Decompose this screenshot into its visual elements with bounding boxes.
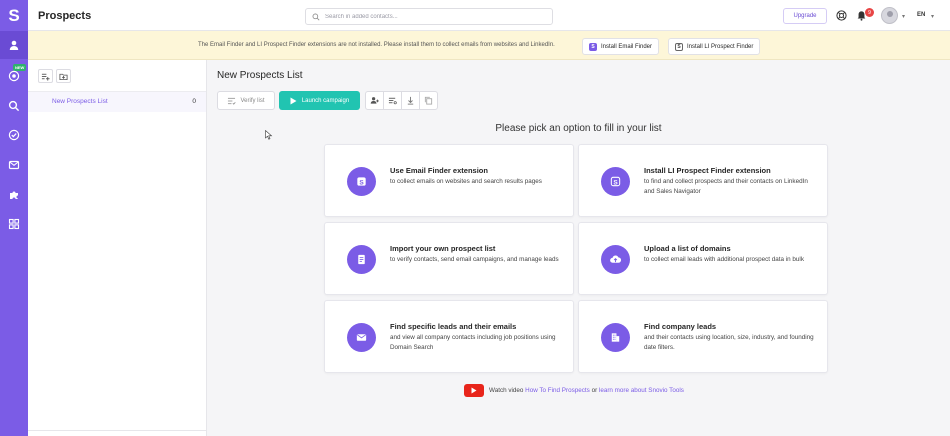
search-icon bbox=[312, 13, 320, 20]
list-settings-icon bbox=[388, 97, 397, 105]
card-description: to verify contacts, send email campaigns… bbox=[390, 256, 559, 263]
card-title: Use Email Finder extension bbox=[390, 166, 488, 175]
svg-text:S: S bbox=[359, 179, 364, 186]
upgrade-button[interactable]: Upgrade bbox=[783, 8, 827, 24]
launch-campaign-button[interactable]: Launch campaign bbox=[279, 91, 360, 110]
card-title: Import your own prospect list bbox=[390, 244, 496, 253]
copy-button[interactable] bbox=[419, 91, 438, 110]
upload-domains-card[interactable]: Upload a list of domains to collect emai… bbox=[578, 222, 828, 295]
card-title: Upload a list of domains bbox=[644, 244, 731, 253]
cloud-upload-icon bbox=[601, 245, 630, 274]
import-list-card[interactable]: Import your own prospect list to verify … bbox=[324, 222, 574, 295]
top-header: Prospects Upgrade 9 ▾ EN ▾ bbox=[28, 0, 950, 31]
card-title: Install LI Prospect Finder extension bbox=[644, 166, 771, 175]
folder-plus-icon bbox=[59, 73, 68, 80]
envelope-icon bbox=[347, 323, 376, 352]
snovio-logo[interactable]: S bbox=[0, 0, 28, 31]
how-to-find-prospects-link[interactable]: How To Find Prospects bbox=[525, 387, 590, 394]
snovio-outline-s-icon: S bbox=[601, 167, 630, 196]
manage-list-button[interactable] bbox=[383, 91, 402, 110]
snovio-s-icon: S bbox=[589, 42, 597, 51]
play-icon bbox=[290, 97, 297, 104]
prospects-nav-icon[interactable] bbox=[0, 31, 28, 59]
export-button[interactable] bbox=[401, 91, 420, 110]
youtube-play-icon[interactable] bbox=[464, 384, 484, 397]
card-description: and view all company contacts including … bbox=[390, 334, 556, 351]
snovio-s-icon: S bbox=[347, 167, 376, 196]
download-icon bbox=[407, 96, 414, 105]
prospect-lists-panel: New Prospects List 0 bbox=[28, 60, 207, 436]
copy-icon bbox=[424, 96, 433, 105]
campaigns-nav-icon[interactable] bbox=[0, 151, 28, 179]
company-leads-card[interactable]: Find company leads and their contacts us… bbox=[578, 300, 828, 373]
divider bbox=[28, 430, 206, 431]
email-finder-card[interactable]: S Use Email Finder extension to collect … bbox=[324, 144, 574, 217]
add-list-icon bbox=[41, 73, 50, 81]
search-box[interactable] bbox=[305, 8, 553, 25]
integrations-nav-icon[interactable] bbox=[0, 181, 28, 209]
card-description: to collect emails on websites and search… bbox=[390, 178, 542, 185]
list-item-count: 0 bbox=[192, 98, 196, 105]
list-toolbar: Verify list Launch campaign bbox=[217, 91, 438, 110]
snovio-tools-link[interactable]: learn more about Snovio Tools bbox=[599, 387, 684, 394]
language-chevron-down-icon[interactable]: ▾ bbox=[931, 13, 937, 20]
building-icon bbox=[601, 323, 630, 352]
domain-search-card[interactable]: Find specific leads and their emails and… bbox=[324, 300, 574, 373]
list-item[interactable]: New Prospects List 0 bbox=[28, 92, 206, 112]
pick-option-heading: Please pick an option to fill in your li… bbox=[495, 123, 662, 134]
watch-video-row: Watch video How To Find Prospects or lea… bbox=[464, 384, 684, 397]
card-description: to find and collect prospects and their … bbox=[644, 178, 808, 195]
page-title: Prospects bbox=[38, 10, 92, 22]
credits-nav-icon[interactable] bbox=[0, 62, 28, 90]
help-lifebuoy-icon[interactable] bbox=[836, 10, 847, 21]
snovio-outline-s-icon: S bbox=[675, 42, 683, 51]
apps-nav-icon[interactable] bbox=[0, 210, 28, 238]
card-description: to collect email leads with additional p… bbox=[644, 256, 804, 263]
extensions-warning-banner: The Email Finder and LI Prospect Finder … bbox=[28, 31, 950, 60]
list-title: New Prospects List bbox=[217, 70, 303, 81]
banner-message: The Email Finder and LI Prospect Finder … bbox=[198, 42, 555, 48]
card-description: and their contacts using location, size,… bbox=[644, 334, 814, 351]
left-nav-rail: S NEW bbox=[0, 0, 28, 436]
avatar[interactable] bbox=[881, 7, 898, 24]
card-title: Find company leads bbox=[644, 322, 717, 331]
notification-count-badge: 9 bbox=[865, 8, 874, 17]
search-input[interactable] bbox=[325, 13, 545, 20]
add-list-button[interactable] bbox=[38, 69, 53, 83]
li-prospect-finder-card[interactable]: S Install LI Prospect Finder extension t… bbox=[578, 144, 828, 217]
verify-list-icon bbox=[228, 97, 237, 105]
launch-campaign-label: Launch campaign bbox=[301, 97, 350, 104]
verify-nav-icon[interactable] bbox=[0, 121, 28, 149]
document-list-icon bbox=[347, 245, 376, 274]
add-folder-button[interactable] bbox=[56, 69, 71, 83]
language-selector[interactable]: EN bbox=[917, 12, 925, 18]
install-li-finder-label: Install LI Prospect Finder bbox=[687, 43, 754, 50]
verify-list-button[interactable]: Verify list bbox=[217, 91, 275, 110]
install-li-prospect-finder-button[interactable]: S Install LI Prospect Finder bbox=[668, 38, 761, 55]
install-email-finder-button[interactable]: S Install Email Finder bbox=[582, 38, 660, 55]
card-title: Find specific leads and their emails bbox=[390, 322, 517, 331]
chevron-down-icon[interactable]: ▾ bbox=[902, 13, 908, 20]
add-prospect-button[interactable] bbox=[365, 91, 384, 110]
main-content: New Prospects List Verify list Launch ca… bbox=[207, 60, 950, 436]
list-item-name: New Prospects List bbox=[52, 98, 108, 105]
search-nav-icon[interactable] bbox=[0, 92, 28, 120]
verify-list-label: Verify list bbox=[240, 97, 265, 104]
install-email-finder-label: Install Email Finder bbox=[601, 43, 653, 50]
svg-text:S: S bbox=[613, 179, 618, 186]
add-user-icon bbox=[370, 97, 379, 104]
watch-video-prefix: Watch video bbox=[489, 387, 524, 394]
